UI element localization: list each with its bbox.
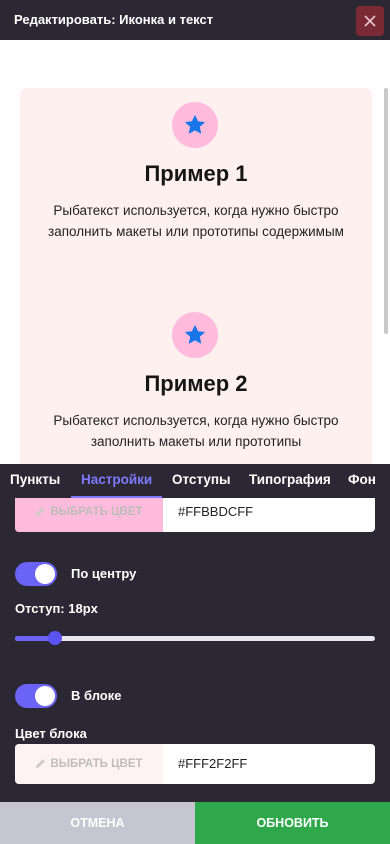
padding-label: Отступ: 18px xyxy=(15,601,98,616)
star-icon xyxy=(185,115,205,134)
modal-header: Редактировать: Иконка и текст xyxy=(0,0,390,40)
tab-spacing[interactable]: Отступы xyxy=(172,464,231,498)
pick-color-button[interactable]: ВЫБРАТЬ ЦВЕТ xyxy=(15,744,163,784)
block-color-label: Цвет блока xyxy=(15,726,87,741)
pencil-icon xyxy=(36,759,46,769)
close-icon xyxy=(364,15,376,27)
pencil-icon xyxy=(36,507,46,517)
close-button[interactable] xyxy=(356,6,384,36)
center-toggle-label: По центру xyxy=(71,566,137,581)
tab-settings[interactable]: Настройки xyxy=(71,464,163,498)
star-icon xyxy=(185,325,205,344)
tab-typography[interactable]: Типография xyxy=(249,464,331,498)
preview-scrollbar[interactable] xyxy=(384,88,388,334)
center-toggle[interactable] xyxy=(15,562,57,586)
icon-color-picker: ВЫБРАТЬ ЦВЕТ #FFBBDCFF xyxy=(15,498,375,532)
preview-card: Пример 1 Рыбатекст используется, когда н… xyxy=(20,88,372,320)
toggle-knob xyxy=(35,686,55,706)
modal-title: Редактировать: Иконка и текст xyxy=(14,12,214,27)
block-color-picker: ВЫБРАТЬ ЦВЕТ #FFF2F2FF xyxy=(15,744,375,784)
settings-tabs: Пункты Настройки Отступы Типография Фон xyxy=(0,464,390,498)
preview-card: Пример 2 Рыбатекст используется, когда н… xyxy=(20,298,372,464)
padding-slider[interactable] xyxy=(15,631,375,645)
color-hex-input[interactable]: #FFF2F2FF xyxy=(178,744,247,784)
card-title: Пример 1 xyxy=(144,161,248,186)
tab-background[interactable]: Фон xyxy=(348,464,376,498)
preview-area: Пример 1 Рыбатекст используется, когда н… xyxy=(0,40,390,464)
block-toggle[interactable] xyxy=(15,684,57,708)
update-button[interactable]: ОБНОВИТЬ xyxy=(195,802,390,844)
icon-badge xyxy=(172,312,218,358)
tab-items[interactable]: Пункты xyxy=(10,464,60,498)
slider-thumb[interactable] xyxy=(48,631,62,645)
color-hex-input[interactable]: #FFBBDCFF xyxy=(178,498,253,532)
icon-badge xyxy=(172,102,218,148)
pick-color-button[interactable]: ВЫБРАТЬ ЦВЕТ xyxy=(15,498,163,532)
edit-modal: Редактировать: Иконка и текст Пример 1 Р… xyxy=(0,0,390,844)
card-title: Пример 2 xyxy=(144,371,248,396)
block-toggle-label: В блоке xyxy=(71,688,122,703)
cancel-button[interactable]: ОТМЕНА xyxy=(0,802,195,844)
toggle-knob xyxy=(35,564,55,584)
modal-footer: ОТМЕНА ОБНОВИТЬ xyxy=(0,802,390,844)
settings-panel: ВЫБРАТЬ ЦВЕТ #FFBBDCFF По центру Отступ:… xyxy=(0,498,390,802)
pick-color-label: ВЫБРАТЬ ЦВЕТ xyxy=(50,506,143,518)
pick-color-label: ВЫБРАТЬ ЦВЕТ xyxy=(50,758,143,770)
card-text: Рыбатекст используется, когда нужно быст… xyxy=(48,203,344,239)
card-text: Рыбатекст используется, когда нужно быст… xyxy=(53,413,339,449)
